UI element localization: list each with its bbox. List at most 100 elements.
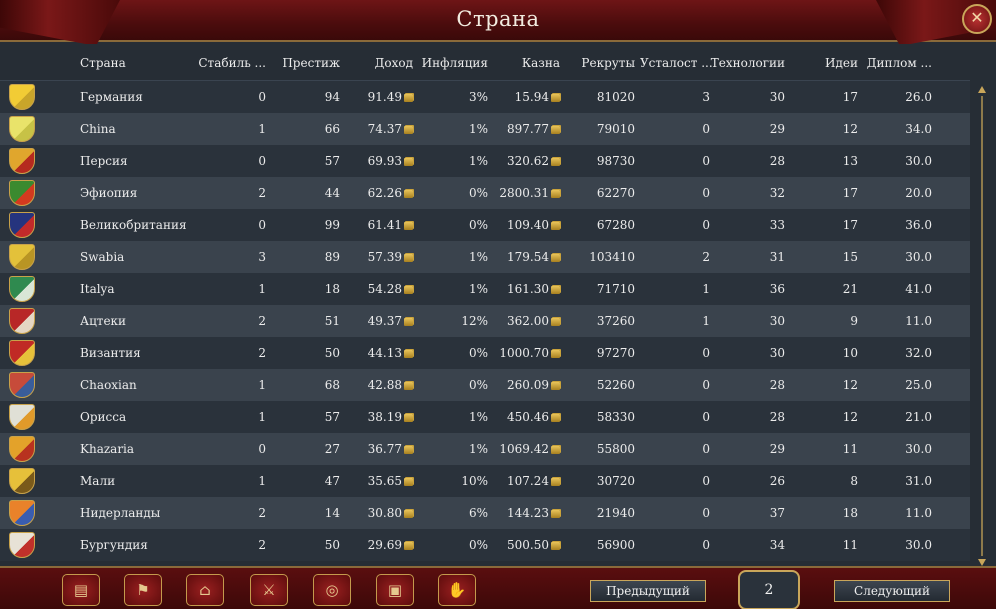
- column-header-treasury[interactable]: Казна: [490, 56, 560, 70]
- manpower-value-text: 71710: [596, 282, 635, 296]
- column-header-income[interactable]: Доход: [343, 56, 413, 70]
- inflation-value: 1%: [418, 154, 488, 168]
- country-flag-icon[interactable]: [9, 532, 35, 558]
- table-row[interactable]: Chaoxian 1 68 42.88 0% 260.09 52260 0 28 12 25.0: [0, 369, 970, 401]
- column-header-war-exhaustion[interactable]: Усталост ...: [640, 56, 713, 70]
- diplomacy-value: 30.0: [862, 538, 932, 552]
- inflation-value-text: 6%: [468, 506, 488, 520]
- income-value-text: 36.77: [367, 442, 402, 456]
- previous-page-button[interactable]: Предыдущий: [590, 580, 706, 602]
- column-header-manpower[interactable]: Рекруты: [565, 56, 635, 70]
- country-name-text: Ацтеки: [80, 314, 127, 328]
- column-header-country[interactable]: Страна: [80, 56, 126, 70]
- country-flag-icon[interactable]: [9, 404, 35, 430]
- country-name-text: Мали: [80, 474, 116, 488]
- ducats-icon: [551, 286, 560, 294]
- treasury-value-text: 161.30: [507, 282, 549, 296]
- buildings-button[interactable]: ⌂: [186, 574, 224, 606]
- scroll-up-arrow-icon[interactable]: [978, 86, 986, 93]
- column-header-prestige[interactable]: Престиж: [270, 56, 340, 70]
- income-value: 30.80: [343, 506, 413, 520]
- country-name: Великобритания: [80, 218, 187, 232]
- ideas-value-text: 17: [842, 186, 858, 200]
- flag-button[interactable]: ⚑: [124, 574, 162, 606]
- diplomacy-value-text: 30.0: [905, 538, 932, 552]
- table-row[interactable]: Italya 1 18 54.28 1% 161.30 71710 1 36 21 41.0: [0, 273, 970, 305]
- diplomacy-value-text: 26.0: [905, 90, 932, 104]
- country-flag-icon[interactable]: [9, 244, 35, 270]
- country-name-text: Эфиопия: [80, 186, 138, 200]
- ledger-button[interactable]: ▤: [62, 574, 100, 606]
- table-row[interactable]: Бургундия 2 50 29.69 0% 500.50 56900 0 34 11 30.0: [0, 529, 970, 561]
- technology-value-text: 28: [769, 410, 785, 424]
- manpower-value-text: 52260: [596, 378, 635, 392]
- next-page-button[interactable]: Следующий: [834, 580, 950, 602]
- table-row[interactable]: Великобритания 0 99 61.41 0% 109.40 67280 0 33 17…: [0, 209, 970, 241]
- table-row[interactable]: Персия 0 57 69.93 1% 320.62 98730 0 28 13 30.0: [0, 145, 970, 177]
- scroll-down-arrow-icon[interactable]: [978, 559, 986, 566]
- ducats-icon: [551, 254, 560, 262]
- inflation-value-text: 0%: [468, 538, 488, 552]
- ducats-icon: [551, 478, 560, 486]
- income-value-text: 30.80: [367, 506, 402, 520]
- stability-value: 0: [196, 218, 266, 232]
- column-header-technology[interactable]: Технологии: [710, 56, 785, 70]
- table-row[interactable]: Эфиопия 2 44 62.26 0% 2800.31 62270 0 32 17 20.0: [0, 177, 970, 209]
- country-flag-icon[interactable]: [9, 148, 35, 174]
- country-flag-icon[interactable]: [9, 212, 35, 238]
- stability-value: 2: [196, 346, 266, 360]
- table-row[interactable]: Византия 2 50 44.13 0% 1000.70 97270 0 30 10 32.0: [0, 337, 970, 369]
- country-flag-icon[interactable]: [9, 116, 35, 142]
- buildings-icon: ⌂: [199, 581, 211, 599]
- ideas-value: 18: [790, 506, 858, 520]
- country-flag-icon[interactable]: [9, 436, 35, 462]
- stability-value: 2: [196, 506, 266, 520]
- country-flag-icon[interactable]: [9, 180, 35, 206]
- economy-button[interactable]: ◎: [313, 574, 351, 606]
- manpower-value-text: 30720: [596, 474, 635, 488]
- ideas-value-text: 17: [842, 218, 858, 232]
- column-header-stability[interactable]: Стабиль ...: [196, 56, 266, 70]
- table-row[interactable]: Мали 1 47 35.65 10% 107.24 30720 0 26 8 31.0: [0, 465, 970, 497]
- table-row[interactable]: Ацтеки 2 51 49.37 12% 362.00 37260 1 30 9 11.0: [0, 305, 970, 337]
- war-exhaustion-value: 0: [640, 122, 710, 136]
- stability-value-text: 2: [258, 506, 266, 520]
- column-header-diplomacy[interactable]: Диплом ...: [862, 56, 932, 70]
- income-value-text: 74.37: [367, 122, 402, 136]
- technology-value-text: 28: [769, 378, 785, 392]
- country-flag-icon[interactable]: [9, 468, 35, 494]
- military-button[interactable]: ⚔: [250, 574, 288, 606]
- table-row[interactable]: Swabia 3 89 57.39 1% 179.54 103410 2 31 15 30.0: [0, 241, 970, 273]
- column-header-ideas[interactable]: Идеи: [790, 56, 858, 70]
- treasury-value-text: 15.94: [514, 90, 549, 104]
- trade-button[interactable]: ▣: [376, 574, 414, 606]
- ideas-value-text: 9: [850, 314, 858, 328]
- table-row[interactable]: China 1 66 74.37 1% 897.77 79010 0 29 12 34.0: [0, 113, 970, 145]
- manpower-value: 30720: [565, 474, 635, 488]
- country-flag-icon[interactable]: [9, 276, 35, 302]
- table-row[interactable]: Khazaria 0 27 36.77 1% 1069.42 55800 0 29 11 30.0: [0, 433, 970, 465]
- ducats-icon: [551, 414, 560, 422]
- country-flag-icon[interactable]: [9, 340, 35, 366]
- country-flag-icon[interactable]: [9, 500, 35, 526]
- table-row[interactable]: Германия 0 94 91.49 3% 15.94 81020 3 30 17 26.0: [0, 81, 970, 113]
- technology-value-text: 33: [769, 218, 785, 232]
- close-button[interactable]: ✕: [962, 4, 992, 34]
- prestige-value-text: 50: [324, 346, 340, 360]
- scrollbar[interactable]: [978, 86, 986, 566]
- ducats-icon: [404, 286, 413, 294]
- scroll-track[interactable]: [981, 96, 983, 556]
- country-flag-icon[interactable]: [9, 308, 35, 334]
- table-row[interactable]: Орисса 1 57 38.19 1% 450.46 58330 0 28 12 21.0: [0, 401, 970, 433]
- stability-value: 1: [196, 282, 266, 296]
- table-row[interactable]: Нидерланды 2 14 30.80 6% 144.23 21940 0 37 18 11.0: [0, 497, 970, 529]
- stability-value-text: 0: [258, 218, 266, 232]
- country-flag-icon[interactable]: [9, 84, 35, 110]
- diplomacy-button[interactable]: ✋: [438, 574, 476, 606]
- prestige-value: 57: [270, 410, 340, 424]
- country-flag-icon[interactable]: [9, 372, 35, 398]
- manpower-value: 98730: [565, 154, 635, 168]
- country-name-text: Бургундия: [80, 538, 148, 552]
- column-header-inflation[interactable]: Инфляция: [418, 56, 488, 70]
- manpower-value-text: 58330: [596, 410, 635, 424]
